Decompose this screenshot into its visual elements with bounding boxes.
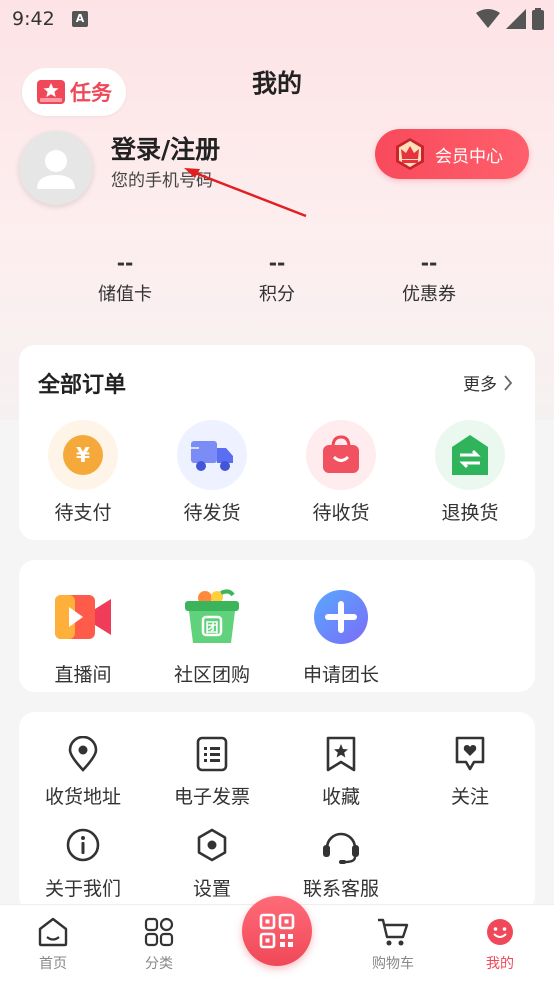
order-item-label: 待收货 [312,502,370,524]
page-title: 我的 [251,69,302,98]
tab-category[interactable]: 分类 [119,917,199,973]
service-about-us[interactable]: 关于我们 [19,828,147,901]
avatar[interactable] [19,131,93,205]
tab-cart[interactable]: 购物车 [353,917,433,973]
tab-mine[interactable]: 我的 [460,917,540,973]
tab-label: 购物车 [372,956,414,972]
chevron-right-icon [504,374,513,391]
headset-icon [277,828,405,866]
service-e-invoice[interactable]: 电子发票 [148,736,276,809]
user-silhouette-icon [37,150,75,189]
wifi-icon [476,9,500,28]
plus-icon [306,582,376,652]
service-favorites[interactable]: 收藏 [277,736,405,809]
feature-apply-group-leader[interactable]: 申请团长 [277,582,405,687]
feature-community-group-buy[interactable]: 团 社区团购 [148,582,276,687]
cart-icon [378,918,409,946]
bookmark-star-icon [277,736,405,774]
service-label: 联系客服 [302,878,379,900]
home-icon [38,917,68,947]
login-register-link[interactable]: 登录/注册 [111,130,220,166]
group-buy-basket-icon: 团 [177,582,247,652]
status-time: 9:42 [12,8,55,30]
stat-value: -- [268,251,286,275]
annotation-arrow [184,168,307,218]
truck-icon [177,420,247,490]
order-pending-payment[interactable]: ¥ 待支付 [19,420,147,525]
signal-icon [506,9,526,29]
feature-label: 社区团购 [173,664,250,686]
grid-icon [144,917,174,947]
order-item-label: 退换货 [441,502,499,524]
crown-icon [396,138,424,170]
services-card: 收货地址 电子发票 收藏 关注 关于我们 设置 联系客服 [19,712,535,912]
service-label: 关注 [450,786,489,808]
service-label: 收货地址 [44,786,121,808]
orders-card: 全部订单 更多 ¥ 待支付 待发货 待收货 退换货 [19,345,535,540]
order-pending-receipt[interactable]: 待收货 [277,420,405,525]
stat-stored-value-card[interactable]: -- 储值卡 [65,250,185,306]
tab-home[interactable]: 首页 [13,917,93,973]
stat-value: -- [116,251,134,275]
svg-text:¥: ¥ [76,443,90,467]
invoice-icon [148,736,276,774]
more-label: 更多 [463,375,497,395]
live-video-icon [48,582,118,652]
stat-label: 优惠券 [402,284,456,305]
service-settings[interactable]: 设置 [148,828,276,901]
service-label: 关于我们 [44,878,121,900]
status-icons [476,8,544,30]
svg-text:团: 团 [205,621,218,636]
stat-coupons[interactable]: -- 优惠券 [369,250,489,306]
settings-hex-icon [148,828,276,866]
tab-label: 分类 [145,956,173,972]
battery-icon [532,8,544,30]
order-returns[interactable]: 退换货 [406,420,534,525]
service-follow[interactable]: 关注 [406,736,534,809]
stat-label: 积分 [259,284,295,305]
status-bar: 9:42 A [0,0,554,40]
yen-icon: ¥ [48,420,118,490]
stat-label: 储值卡 [98,284,152,305]
order-pending-shipment[interactable]: 待发货 [148,420,276,525]
service-customer-support[interactable]: 联系客服 [277,828,405,901]
info-icon [19,828,147,866]
bag-icon [306,420,376,490]
stat-points[interactable]: -- 积分 [217,250,337,306]
service-label: 收藏 [321,786,360,808]
tab-label: 我的 [486,956,514,972]
scan-qr-button[interactable] [242,896,312,966]
tab-label: 首页 [39,956,67,972]
notification-a-icon: A [72,11,88,27]
orders-more-link[interactable]: 更多 [463,370,513,395]
service-label: 设置 [192,878,231,900]
member-center-button[interactable]: 会员中心 [375,129,529,179]
qr-code-icon [259,913,295,949]
feature-label: 申请团长 [302,664,379,686]
feature-label: 直播间 [54,664,112,686]
order-item-label: 待支付 [54,502,112,524]
service-label: 电子发票 [173,786,250,808]
member-center-label: 会员中心 [435,146,503,167]
heart-tag-icon [406,736,534,774]
smile-icon [487,919,513,945]
exchange-icon [435,420,505,490]
stat-value: -- [420,251,438,275]
orders-title: 全部订单 [38,373,127,398]
order-item-label: 待发货 [183,502,241,524]
service-shipping-address[interactable]: 收货地址 [19,736,147,809]
features-card: 直播间 团 社区团购 申请团长 [19,560,535,692]
location-pin-icon [19,736,147,774]
feature-live-room[interactable]: 直播间 [19,582,147,687]
